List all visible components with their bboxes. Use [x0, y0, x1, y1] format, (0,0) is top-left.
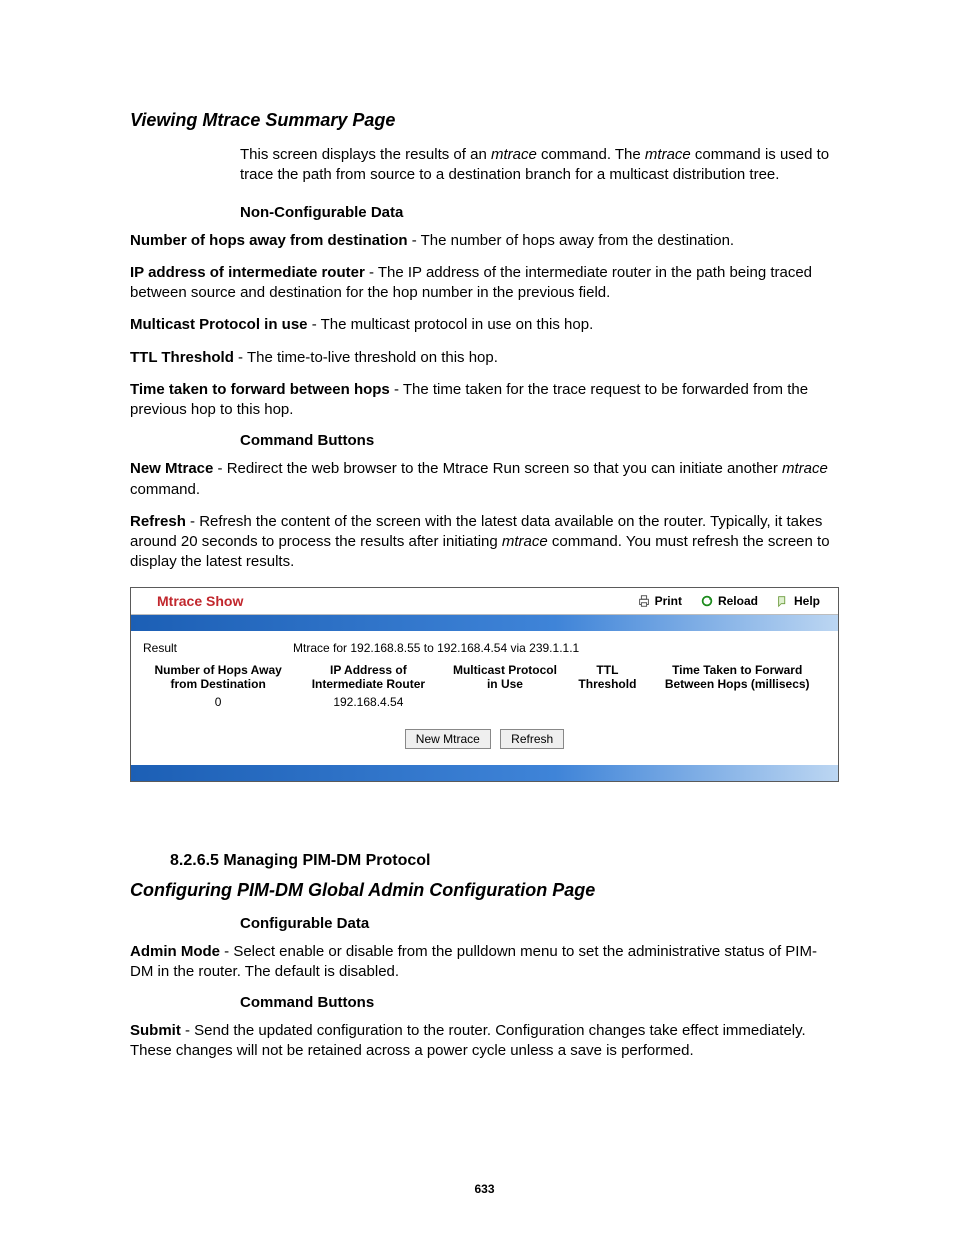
col-ttl: TTL Threshold: [566, 661, 648, 693]
print-icon: [637, 594, 651, 608]
section2-cmd-list: Submit - Send the updated configuration …: [130, 1021, 839, 1062]
col-time: Time Taken to Forward Between Hops (mill…: [648, 661, 826, 693]
cmd-item: Refresh - Refresh the content of the scr…: [130, 512, 839, 573]
section2-field-list: Admin Mode - Select enable or disable fr…: [130, 942, 839, 983]
field-item: TTL Threshold - The time-to-live thresho…: [130, 348, 839, 368]
panel-title: Mtrace Show: [131, 593, 637, 609]
reload-button[interactable]: Reload: [700, 594, 758, 608]
command-buttons-heading-2: Command Buttons: [240, 994, 839, 1011]
section1-title: Viewing Mtrace Summary Page: [130, 110, 839, 131]
field-label: IP address of intermediate router: [130, 264, 365, 281]
cmd-text: - Send the updated configuration to the …: [130, 1022, 806, 1059]
field-label: Admin Mode: [130, 943, 220, 960]
help-icon: [776, 594, 790, 608]
cell-ip: 192.168.4.54: [293, 693, 443, 711]
new-mtrace-button[interactable]: New Mtrace: [405, 729, 491, 749]
field-text: - The time-to-live threshold on this hop…: [234, 349, 498, 366]
section1-cmd-list: New Mtrace - Redirect the web browser to…: [130, 459, 839, 572]
mtrace-show-panel: Mtrace Show Print Reload Help Result: [130, 587, 839, 782]
field-text: - The multicast protocol in use on this …: [308, 316, 594, 333]
field-label: Multicast Protocol in use: [130, 316, 308, 333]
reload-icon: [700, 594, 714, 608]
help-button[interactable]: Help: [776, 594, 820, 608]
result-value: Mtrace for 192.168.8.55 to 192.168.4.54 …: [293, 641, 579, 655]
field-item: IP address of intermediate router - The …: [130, 263, 839, 304]
col-hops: Number of Hops Away from Destination: [143, 661, 293, 693]
field-label: TTL Threshold: [130, 349, 234, 366]
help-label: Help: [794, 594, 820, 608]
cmd-label: Submit: [130, 1022, 181, 1039]
cmd-label: Refresh: [130, 513, 186, 530]
print-button[interactable]: Print: [637, 594, 682, 608]
page-number: 633: [130, 1182, 839, 1196]
refresh-button[interactable]: Refresh: [500, 729, 564, 749]
field-text: - The number of hops away from the desti…: [408, 232, 735, 249]
cell-time: [648, 693, 826, 711]
cell-proto: [444, 693, 567, 711]
reload-label: Reload: [718, 594, 758, 608]
configurable-data-heading: Configurable Data: [240, 915, 839, 932]
panel-bottom-bar: [131, 765, 838, 781]
cmd-item: Submit - Send the updated configuration …: [130, 1021, 839, 1062]
result-label: Result: [143, 641, 293, 655]
field-item: Time taken to forward between hops - The…: [130, 380, 839, 421]
field-label: Number of hops away from destination: [130, 232, 408, 249]
cmd-label: New Mtrace: [130, 460, 213, 477]
section2-title: Configuring PIM-DM Global Admin Configur…: [130, 880, 839, 901]
field-label: Time taken to forward between hops: [130, 381, 390, 398]
mtrace-table: Number of Hops Away from Destination IP …: [143, 661, 826, 711]
section-number-heading: 8.2.6.5 Managing PIM-DM Protocol: [170, 852, 839, 870]
field-text: - Select enable or disable from the pull…: [130, 943, 817, 980]
mtrace-tbody: 0 192.168.4.54: [143, 693, 826, 711]
field-item: Number of hops away from destination - T…: [130, 231, 839, 251]
cmd-text: - Refresh the content of the screen with…: [130, 513, 830, 571]
cell-ttl: [566, 693, 648, 711]
panel-top-bar: [131, 615, 838, 631]
section1-field-list: Number of hops away from destination - T…: [130, 231, 839, 421]
col-proto: Multicast Protocol in Use: [444, 661, 567, 693]
command-buttons-heading-1: Command Buttons: [240, 432, 839, 449]
table-row: 0 192.168.4.54: [143, 693, 826, 711]
cmd-text: - Redirect the web browser to the Mtrace…: [130, 460, 828, 497]
print-label: Print: [655, 594, 682, 608]
field-item: Admin Mode - Select enable or disable fr…: [130, 942, 839, 983]
non-configurable-heading: Non-Configurable Data: [240, 204, 839, 221]
cmd-item: New Mtrace - Redirect the web browser to…: [130, 459, 839, 500]
col-ip: IP Address of Intermediate Router: [293, 661, 443, 693]
field-item: Multicast Protocol in use - The multicas…: [130, 315, 839, 335]
section1-intro: This screen displays the results of an m…: [240, 145, 839, 186]
cell-hops: 0: [143, 693, 293, 711]
